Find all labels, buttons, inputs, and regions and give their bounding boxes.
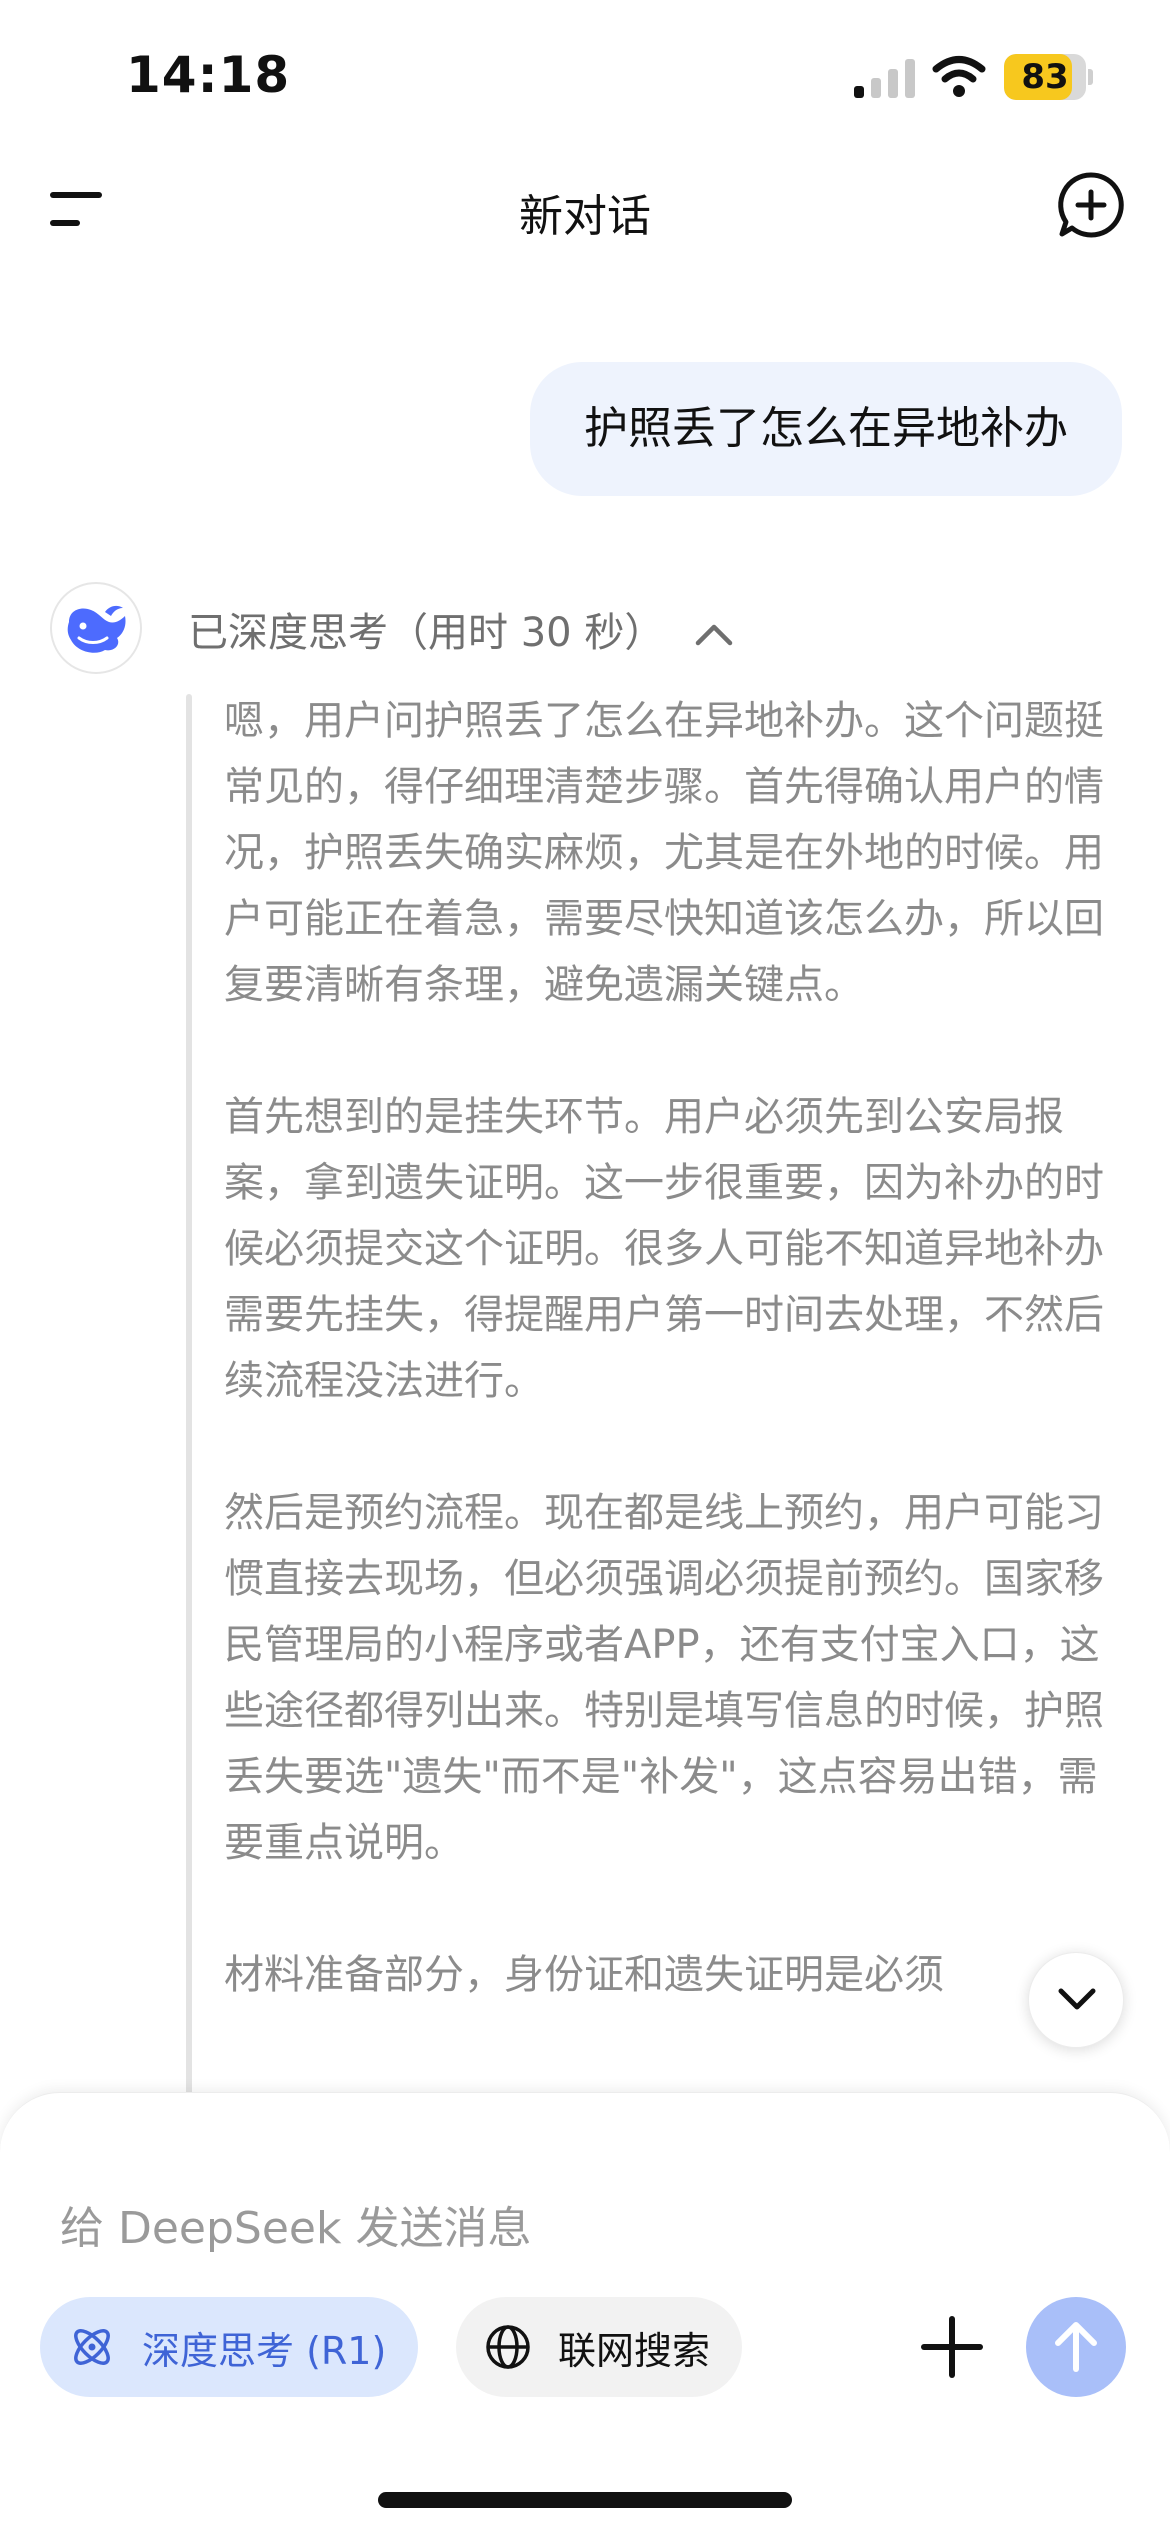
think-paragraph-2: 首先想到的是挂失环节。用户必须先到公安局报案，拿到遗失证明。这一步很重要，因为补… (224, 1094, 1104, 1404)
deepseek-whale-icon (67, 605, 126, 653)
plus-icon[interactable] (916, 2311, 988, 2383)
chevron-down-icon (1058, 1988, 1096, 2010)
web-search-label: 联网搜索 (558, 2328, 711, 2373)
deep-think-button[interactable]: 深度思考 (R1) (40, 2297, 419, 2397)
avatar (50, 582, 142, 674)
page-title: 新对话 (519, 191, 651, 242)
scroll-down-button[interactable] (1028, 1952, 1124, 2048)
think-paragraph-1: 嗯，用户问护照丢了怎么在异地补办。这个问题挺常见的，得仔细理清楚步骤。首先得确认… (224, 698, 1104, 1008)
message-composer: 深度思考 (R1) 联网搜索 (0, 2092, 1170, 2532)
think-paragraph-3: 然后是预约流程。现在都是线上预约，用户可能习惯直接去现场，但必须强调必须提前预约… (224, 1490, 1104, 1866)
message-input[interactable] (60, 2193, 960, 2263)
think-header-label: 已深度思考（用时 30 秒） (188, 610, 665, 656)
think-content: 嗯，用户问护照丢了怎么在异地补办。这个问题挺常见的，得仔细理清楚步骤。首先得确认… (224, 688, 1104, 2074)
send-button[interactable] (1026, 2297, 1126, 2397)
signal-icon (854, 59, 915, 98)
atom-icon (74, 2329, 110, 2365)
deep-think-label: 深度思考 (R1) (142, 2328, 387, 2373)
battery-icon: 83 (1004, 54, 1086, 100)
battery-indicator: 83 (1004, 54, 1093, 100)
battery-level: 83 (1021, 57, 1069, 97)
think-paragraph-4: 材料准备部分，身份证和遗失证明是必须 (224, 1952, 944, 1998)
think-toggle[interactable]: 已深度思考（用时 30 秒） (188, 600, 733, 658)
globe-icon (486, 2325, 530, 2369)
arrow-up-icon (1055, 2322, 1097, 2372)
status-time: 14:18 (126, 46, 291, 104)
new-chat-icon[interactable] (1056, 170, 1126, 240)
user-message-bubble[interactable]: 护照丢了怎么在异地补办 (530, 362, 1122, 496)
chevron-up-icon (695, 624, 733, 646)
app-header: 新对话 (0, 150, 1170, 270)
chat-screen: 14:18 83 新对话 护照丢了怎么在异地补办 已深度思考（用时 30 秒） … (0, 0, 1170, 2532)
think-quote-bar (186, 694, 192, 2154)
home-indicator[interactable] (378, 2492, 792, 2508)
web-search-button[interactable]: 联网搜索 (456, 2297, 743, 2397)
status-bar: 14:18 83 (0, 0, 1170, 150)
battery-cap (1088, 69, 1093, 85)
wifi-icon (932, 56, 986, 97)
